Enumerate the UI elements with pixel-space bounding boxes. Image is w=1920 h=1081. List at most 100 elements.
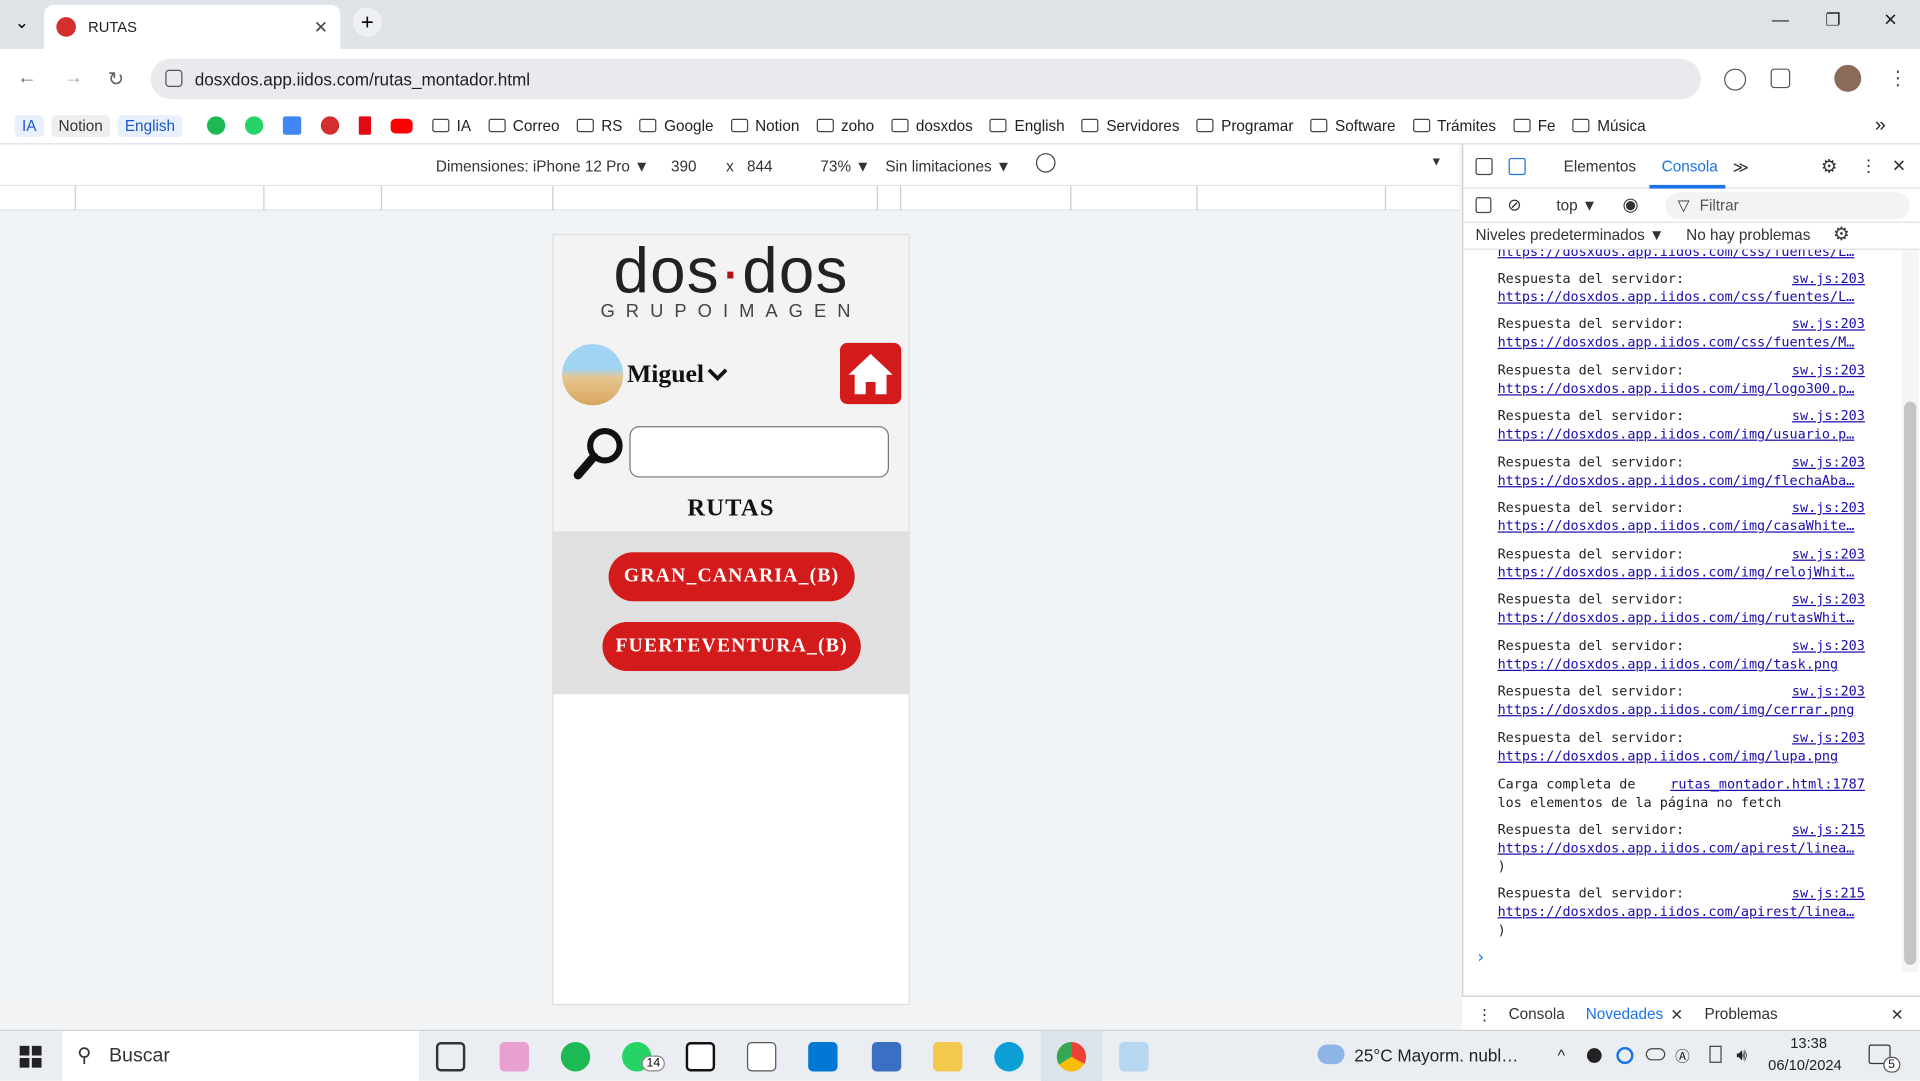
drawer-tab-close-icon[interactable]: ✕ <box>1670 1005 1683 1024</box>
drawer-close-icon[interactable]: ✕ <box>1891 1005 1904 1024</box>
log-url[interactable]: https://dosxdos.app.iidos.com/img/relojW… <box>1498 563 1863 581</box>
log-url[interactable]: https://dosxdos.app.iidos.com/img/cerrar… <box>1498 700 1863 718</box>
restore-button[interactable]: ❐ <box>1818 10 1847 31</box>
log-source-link[interactable]: rutas_montador.html:1787 <box>1670 775 1865 793</box>
log-source-link[interactable]: sw.js:215 <box>1792 820 1865 838</box>
browser-tab[interactable]: RUTAS ✕ <box>44 4 341 49</box>
log-url[interactable]: https://dosxdos.app.iidos.com/img/casaWh… <box>1498 517 1863 535</box>
remote-desktop-icon[interactable] <box>871 1042 902 1072</box>
weather-icon[interactable] <box>1317 1044 1345 1065</box>
calendar-icon[interactable] <box>282 116 302 135</box>
tab-elements[interactable]: Elementos <box>1564 158 1636 175</box>
log-url[interactable]: https://dosxdos.app.iidos.com/apirest/li… <box>1498 839 1863 857</box>
log-source-link[interactable]: sw.js:203 <box>1792 453 1865 471</box>
bookmark-folder-zoho[interactable]: zoho <box>816 117 874 134</box>
device-more-icon[interactable]: ▼ <box>1430 156 1442 169</box>
devtools-close-icon[interactable]: ✕ <box>1892 156 1906 177</box>
notepad-icon[interactable] <box>746 1042 777 1072</box>
bookmark-folder-dosxdos[interactable]: dosxdos <box>891 117 973 134</box>
task-view-icon[interactable] <box>435 1042 466 1072</box>
device-dimensions-select[interactable]: Dimensiones: iPhone 12 Pro ▼ <box>436 158 649 175</box>
log-url[interactable]: https://dosxdos.app.iidos.com/img/logo30… <box>1498 380 1863 398</box>
eye-icon[interactable]: ◉ <box>1622 193 1638 216</box>
log-source-link[interactable]: sw.js:203 <box>1792 637 1865 655</box>
search-icon[interactable] <box>573 426 627 480</box>
log-url[interactable]: https://dosxdos.app.iidos.com/img/rutasW… <box>1498 609 1863 627</box>
log-source-link[interactable]: sw.js:215 <box>1792 884 1865 902</box>
bookmark-folder-software[interactable]: Software <box>1310 117 1395 134</box>
log-url[interactable]: https://dosxdos.app.iidos.com/apirest/li… <box>1498 902 1863 920</box>
log-source-link[interactable]: sw.js:203 <box>1792 407 1865 425</box>
tab-search-menu-icon[interactable]: ⌄ <box>15 12 29 33</box>
language-icon[interactable]: Ⓐ <box>1675 1046 1690 1067</box>
route-button[interactable]: FUERTEVENTURA_(B) <box>602 622 861 672</box>
bookmark-folder-ia[interactable]: IA <box>432 117 471 134</box>
home-button[interactable] <box>840 342 902 405</box>
netflix-icon[interactable] <box>358 116 371 135</box>
vscode-icon[interactable] <box>808 1042 838 1072</box>
clock-date[interactable]: 06/10/2024 <box>1768 1057 1842 1074</box>
tray-chevron-icon[interactable]: ^ <box>1558 1046 1565 1064</box>
console-scrollbar[interactable] <box>1901 249 1919 973</box>
clock-time[interactable]: 13:38 <box>1790 1035 1827 1052</box>
log-source-link[interactable]: sw.js:203 <box>1792 682 1865 700</box>
log-source-link[interactable]: sw.js:203 <box>1792 361 1865 379</box>
console-settings-icon[interactable]: ⚙ <box>1833 223 1849 245</box>
inspect-icon[interactable] <box>1475 157 1493 176</box>
dosxdos-icon[interactable] <box>320 116 340 135</box>
bookmark-ia[interactable]: IA <box>14 114 44 137</box>
more-tabs-icon[interactable]: ≫ <box>1733 158 1749 176</box>
log-source-link[interactable]: sw.js:203 <box>1792 315 1865 333</box>
settings-icon[interactable]: ⚙ <box>1821 156 1837 178</box>
throttle-select[interactable]: Sin limitaciones ▼ <box>885 158 1011 175</box>
drawer-menu-icon[interactable]: ⋮ <box>1477 1005 1492 1024</box>
youtube-icon[interactable] <box>390 118 413 133</box>
new-tab-button[interactable]: + <box>352 7 383 37</box>
log-source-link[interactable]: sw.js:203 <box>1792 269 1865 287</box>
drawer-tab-news[interactable]: Novedades <box>1586 1005 1663 1022</box>
log-url[interactable]: https://dosxdos.app.iidos.com/img/task.p… <box>1498 655 1863 673</box>
address-bar[interactable]: dosxdos.app.iidos.com/rutas_montador.htm… <box>150 58 1701 100</box>
snipping-tool-icon[interactable] <box>499 1042 529 1072</box>
issues-counter[interactable]: No hay problemas <box>1686 227 1810 244</box>
window-close-button[interactable]: ✕ <box>1876 10 1905 31</box>
devtools-menu-icon[interactable]: ⋮ <box>1860 156 1877 177</box>
bookmark-folder-fe[interactable]: Fe <box>1513 117 1556 134</box>
extension-icon[interactable] <box>1724 68 1747 91</box>
bookmark-folder-google[interactable]: Google <box>639 117 713 134</box>
back-icon[interactable]: ← <box>17 67 37 89</box>
tab-close-icon[interactable]: ✕ <box>314 17 328 38</box>
log-url[interactable]: https://dosxdos.app.iidos.com/css/fuente… <box>1498 250 1863 261</box>
paint-icon[interactable] <box>1119 1042 1149 1072</box>
whatsapp-icon[interactable] <box>244 116 264 135</box>
drawer-tab-console[interactable]: Consola <box>1509 1005 1565 1022</box>
route-button[interactable]: GRAN_CANARIA_(B) <box>608 552 855 602</box>
bookmark-folder-notion[interactable]: Notion <box>730 117 799 134</box>
log-url[interactable]: https://dosxdos.app.iidos.com/css/fuente… <box>1498 333 1863 351</box>
log-url[interactable]: https://dosxdos.app.iidos.com/css/fuente… <box>1498 288 1863 306</box>
puzzle-icon[interactable] <box>1770 68 1791 89</box>
chrome-icon[interactable] <box>1056 1042 1087 1072</box>
search-input[interactable] <box>629 426 889 478</box>
bookmark-folder-programar[interactable]: Programar <box>1196 117 1293 134</box>
log-url[interactable]: https://dosxdos.app.iidos.com/img/lupa.p… <box>1498 747 1863 765</box>
scrollbar-thumb[interactable] <box>1904 401 1917 965</box>
device-height-input[interactable]: 844 <box>747 158 773 175</box>
battery-icon[interactable] <box>1709 1045 1722 1063</box>
bookmark-folder-rs[interactable]: RS <box>576 117 622 134</box>
edge-icon[interactable] <box>994 1042 1024 1072</box>
spotify-icon[interactable] <box>206 116 226 135</box>
bookmark-english[interactable]: English <box>117 114 183 137</box>
rotate-icon[interactable] <box>1035 153 1056 173</box>
context-select[interactable]: top ▼ <box>1556 197 1597 214</box>
bookmark-folder-tramites[interactable]: Trámites <box>1412 117 1496 134</box>
bookmark-folder-servidores[interactable]: Servidores <box>1081 117 1179 134</box>
onedrive-icon[interactable] <box>1645 1048 1666 1061</box>
log-url[interactable]: https://dosxdos.app.iidos.com/img/flecha… <box>1498 471 1863 489</box>
log-source-link[interactable]: sw.js:203 <box>1792 729 1865 747</box>
log-url[interactable]: https://dosxdos.app.iidos.com/img/usuari… <box>1498 425 1863 443</box>
vpn-icon[interactable] <box>1616 1046 1634 1065</box>
weather-text[interactable]: 25°C Mayorm. nubl… <box>1354 1046 1518 1066</box>
file-explorer-icon[interactable] <box>933 1042 963 1072</box>
more-bookmarks-icon[interactable]: » <box>1875 114 1886 136</box>
